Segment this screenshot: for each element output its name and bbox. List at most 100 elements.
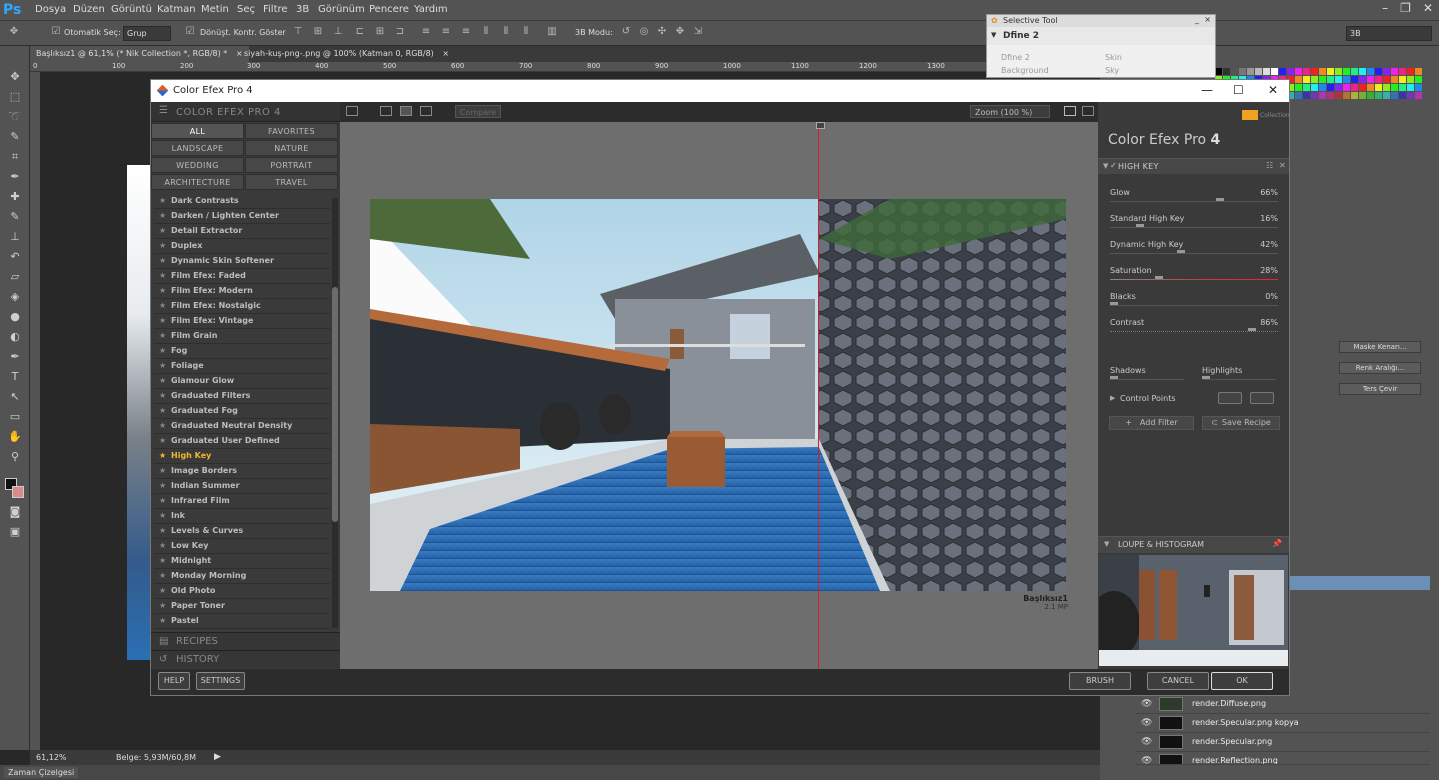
filter-item[interactable]: ★ Midnight [154,554,330,569]
star-icon[interactable]: ★ [159,614,166,628]
slider-track[interactable] [1110,331,1278,332]
history-section[interactable]: ↺ HISTORY [151,650,340,668]
slider-track[interactable] [1110,253,1278,254]
swatch[interactable] [1391,76,1398,83]
minimize-icon[interactable]: – [1382,1,1388,15]
layer-row[interactable]: 👁 render.Specular.png kopya [1135,714,1430,733]
filter-item[interactable]: ★ High Key [154,449,330,464]
ok-button[interactable]: OK [1211,672,1273,690]
swatch[interactable] [1343,92,1350,99]
swatch[interactable] [1295,68,1302,75]
swatch[interactable] [1359,68,1366,75]
swatch[interactable] [1351,92,1358,99]
eye-icon[interactable]: 👁 [1141,756,1152,764]
swatch[interactable] [1375,76,1382,83]
category-portrait[interactable]: PORTRAIT [245,157,338,173]
star-icon[interactable]: ★ [159,434,166,448]
swatch[interactable] [1223,68,1230,75]
slider-track[interactable] [1110,227,1278,228]
expand-icon[interactable]: ▼ [991,31,996,39]
slider-track[interactable] [1110,279,1278,280]
swatch[interactable] [1303,76,1310,83]
lasso-tool-icon[interactable]: ➰ [7,109,23,125]
star-icon[interactable]: ★ [159,569,166,583]
layer-row[interactable]: 👁 render.Specular.png [1135,733,1430,752]
swatch[interactable] [1343,68,1350,75]
star-icon[interactable]: ★ [159,269,166,283]
checkbox-icon[interactable]: ☑ [184,26,196,38]
swatch[interactable] [1279,68,1286,75]
slider-knob[interactable] [1110,302,1118,305]
star-icon[interactable]: ★ [159,344,166,358]
slider-track[interactable] [1110,379,1184,380]
star-icon[interactable]: ★ [159,359,166,373]
swatch[interactable] [1303,84,1310,91]
add-control-point-icon[interactable] [1218,392,1242,404]
slider-knob[interactable] [1216,198,1224,201]
refine-mask-button[interactable]: Maske Kenarı... [1339,341,1421,353]
star-icon[interactable]: ★ [159,224,166,238]
swatch[interactable] [1327,92,1334,99]
slider-knob[interactable] [1177,250,1185,253]
align-middle-icon[interactable]: ⊞ [312,26,324,38]
close-icon[interactable]: × [1204,15,1211,24]
swatch[interactable] [1247,68,1254,75]
swatch[interactable] [1319,92,1326,99]
filter-item[interactable]: ★ Graduated Neutral Density [154,419,330,434]
distribute-icon[interactable]: ⦀ [520,26,532,38]
slider-row[interactable]: Blacks 0% [1110,292,1278,318]
preset-cell[interactable]: Skin [1105,53,1122,62]
swatch[interactable] [1391,92,1398,99]
star-icon[interactable]: ★ [159,449,166,463]
close-icon[interactable]: ✕ [1268,83,1278,97]
slider-knob[interactable] [1248,328,1256,331]
crop-tool-icon[interactable]: ⌗ [7,149,23,165]
swatch[interactable] [1407,92,1414,99]
filter-item[interactable]: ★ Film Efex: Nostalgic [154,299,330,314]
star-icon[interactable]: ★ [159,254,166,268]
menu-dosya[interactable]: Dosya [35,4,66,15]
filter-item[interactable]: ★ Infrared Film [154,494,330,509]
single-view-icon[interactable] [380,106,392,116]
swatch[interactable] [1375,68,1382,75]
filter-item[interactable]: ★ Graduated User Defined [154,434,330,449]
save-recipe-button[interactable]: ⊂ Save Recipe [1202,416,1280,430]
dodge-tool-icon[interactable]: ◐ [7,329,23,345]
swatch[interactable] [1415,92,1422,99]
swatch[interactable] [1335,76,1342,83]
paint-bucket-icon[interactable]: ◈ [7,289,23,305]
menu-sec[interactable]: Seç [237,4,255,15]
swatch[interactable] [1271,68,1278,75]
preset-cell[interactable]: Background [1001,66,1049,75]
swatch[interactable] [1407,68,1414,75]
filter-item[interactable]: ★ Duplex [154,239,330,254]
star-icon[interactable]: ★ [159,494,166,508]
swatch[interactable] [1295,76,1302,83]
slider-track[interactable] [1110,305,1278,306]
star-icon[interactable]: ★ [159,509,166,523]
swatch[interactable] [1399,84,1406,91]
filter-scrollbar-thumb[interactable] [332,287,338,522]
star-icon[interactable]: ★ [159,599,166,613]
cancel-button[interactable]: CANCEL [1147,672,1209,690]
swatch[interactable] [1295,84,1302,91]
group-select[interactable]: Grup [123,26,171,41]
highlights-slider[interactable]: Highlights [1202,366,1282,390]
swatch[interactable] [1303,68,1310,75]
shape-tool-icon[interactable]: ▭ [7,409,23,425]
menu-katman[interactable]: Katman [157,4,196,15]
add-filter-button[interactable]: + Add Filter [1109,416,1194,430]
loupe-section[interactable]: ▼ LOUPE & HISTOGRAM 📌 [1098,536,1289,553]
slide-3d-icon[interactable]: ✥ [674,26,686,38]
side-by-side-icon[interactable] [420,106,432,116]
star-icon[interactable]: ★ [159,389,166,403]
distribute-icon[interactable]: ⦀ [480,26,492,38]
slider-track[interactable] [1110,201,1278,202]
shadows-slider[interactable]: Shadows [1110,366,1190,390]
filter-item[interactable]: ★ Paper Toner [154,599,330,614]
filter-item[interactable]: ★ Dark Contrasts [154,194,330,209]
marquee-tool-icon[interactable]: ⬚ [7,89,23,105]
swatch[interactable] [1375,84,1382,91]
pin-icon[interactable]: 📌 [1272,539,1282,548]
settings-button[interactable]: SETTINGS [196,672,245,690]
